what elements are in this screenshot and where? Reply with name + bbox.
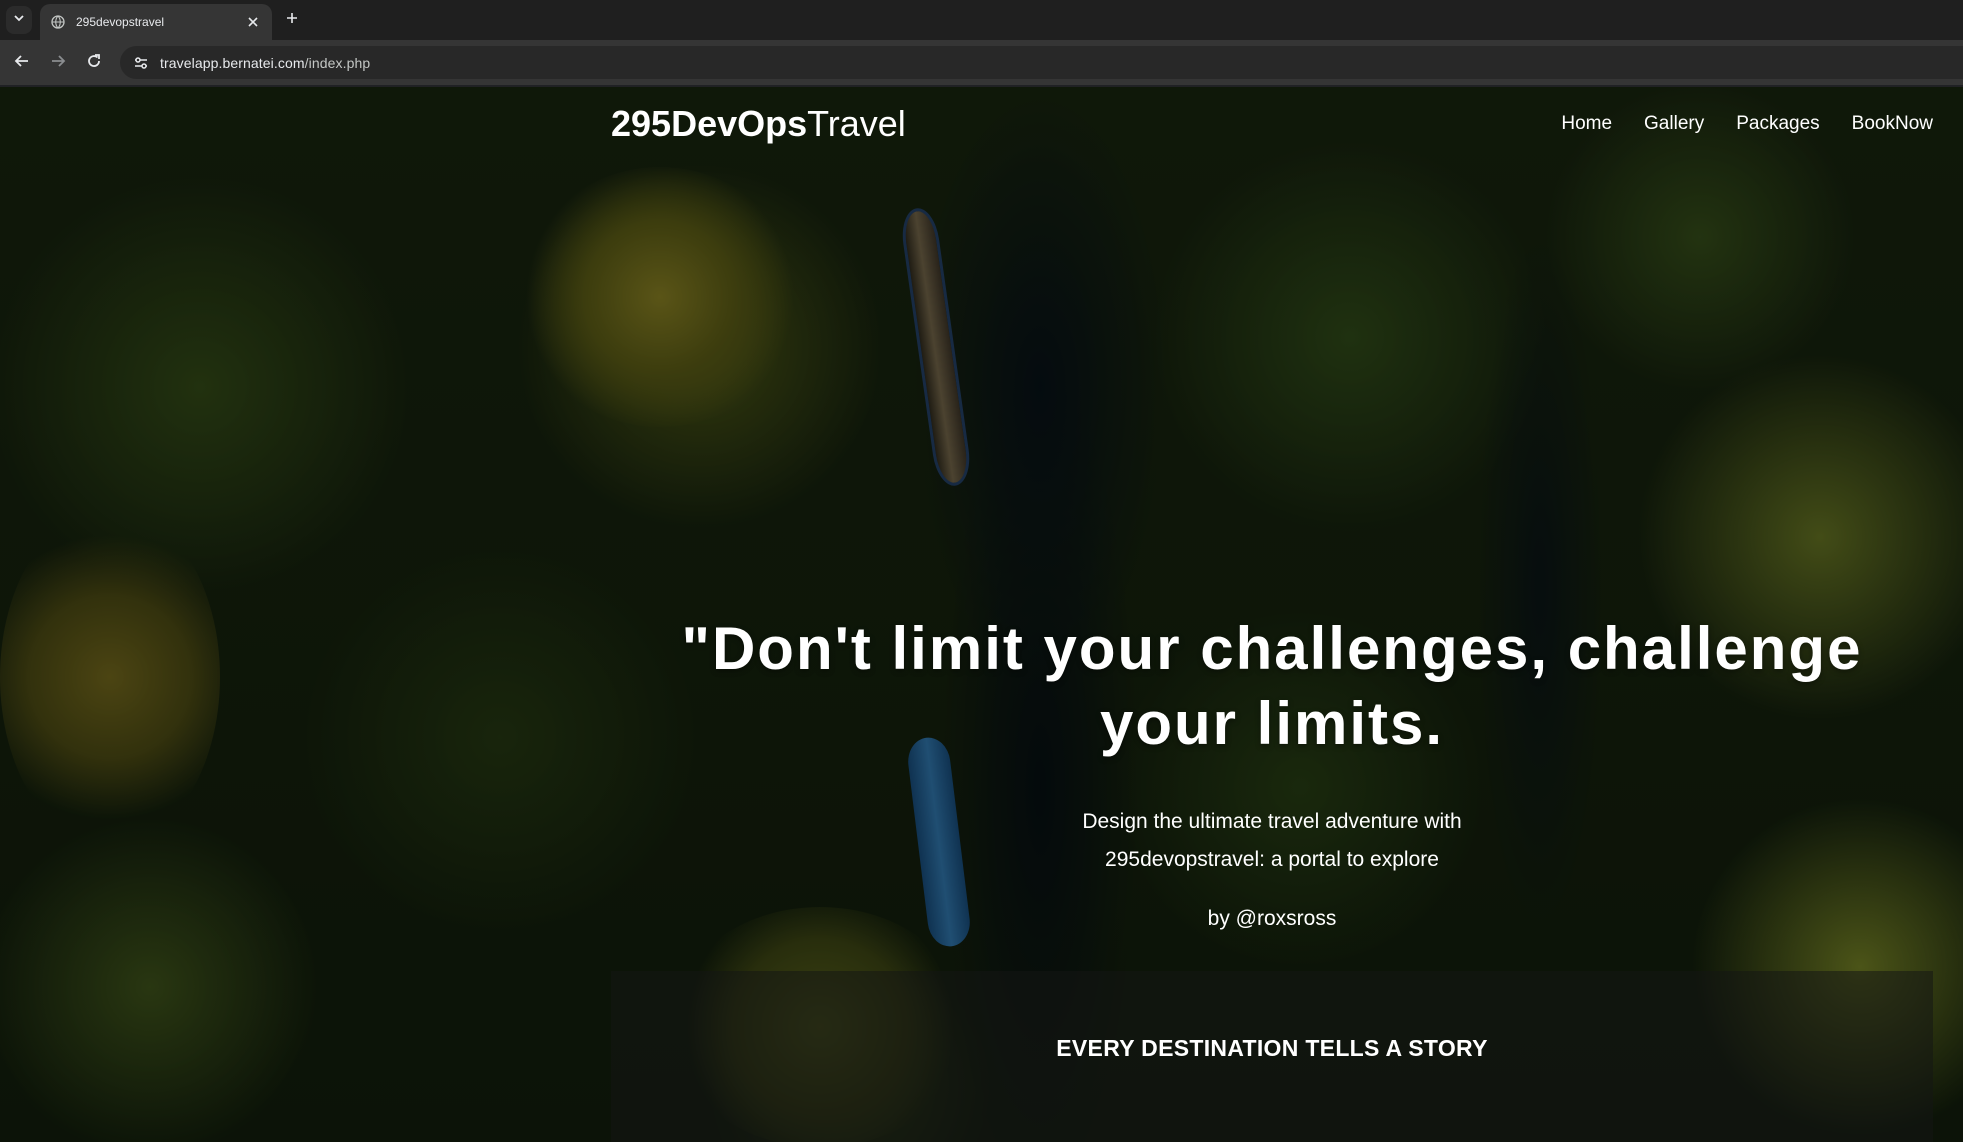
page-viewport: 295DevOpsTravel Home Gallery Packages Bo… [0, 87, 1963, 1142]
hero-subtitle-line: 295devopstravel: a portal to explore [1105, 848, 1439, 871]
browser-toolbar: travelapp.bernatei.com/index.php [0, 40, 1963, 85]
hero-section: "Don't limit your challenges, challenge … [611, 87, 1933, 1142]
browser-tabstrip: 295devopstravel [0, 0, 1963, 40]
close-icon[interactable] [244, 13, 262, 31]
url-path: /index.php [304, 54, 371, 71]
address-bar[interactable]: travelapp.bernatei.com/index.php [120, 46, 1963, 79]
tab-title: 295devopstravel [76, 15, 165, 29]
plus-icon [286, 11, 298, 29]
browser-tab-active[interactable]: 295devopstravel [40, 4, 272, 40]
hero-subtitle: Design the ultimate travel adventure wit… [611, 803, 1933, 879]
url-text: travelapp.bernatei.com/index.php [160, 55, 370, 71]
tab-search-button[interactable] [6, 6, 32, 34]
url-host: travelapp.bernatei.com [160, 54, 305, 71]
back-button[interactable] [7, 48, 37, 78]
hero-subtitle-line: Design the ultimate travel adventure wit… [1082, 810, 1462, 833]
reload-icon [86, 53, 102, 74]
forward-arrow-icon [50, 53, 66, 74]
globe-icon [50, 14, 66, 30]
reload-button[interactable] [79, 48, 109, 78]
new-tab-button[interactable] [280, 8, 304, 32]
hero-quote: "Don't limit your challenges, challenge … [681, 615, 1863, 757]
tune-icon[interactable] [132, 54, 150, 72]
forward-button[interactable] [43, 48, 73, 78]
hero-byline: by @roxsross [1207, 907, 1337, 930]
story-title: EVERY DESTINATION TELLS A STORY [1056, 1035, 1488, 1061]
chevron-down-icon [13, 11, 25, 29]
back-arrow-icon [14, 53, 30, 74]
